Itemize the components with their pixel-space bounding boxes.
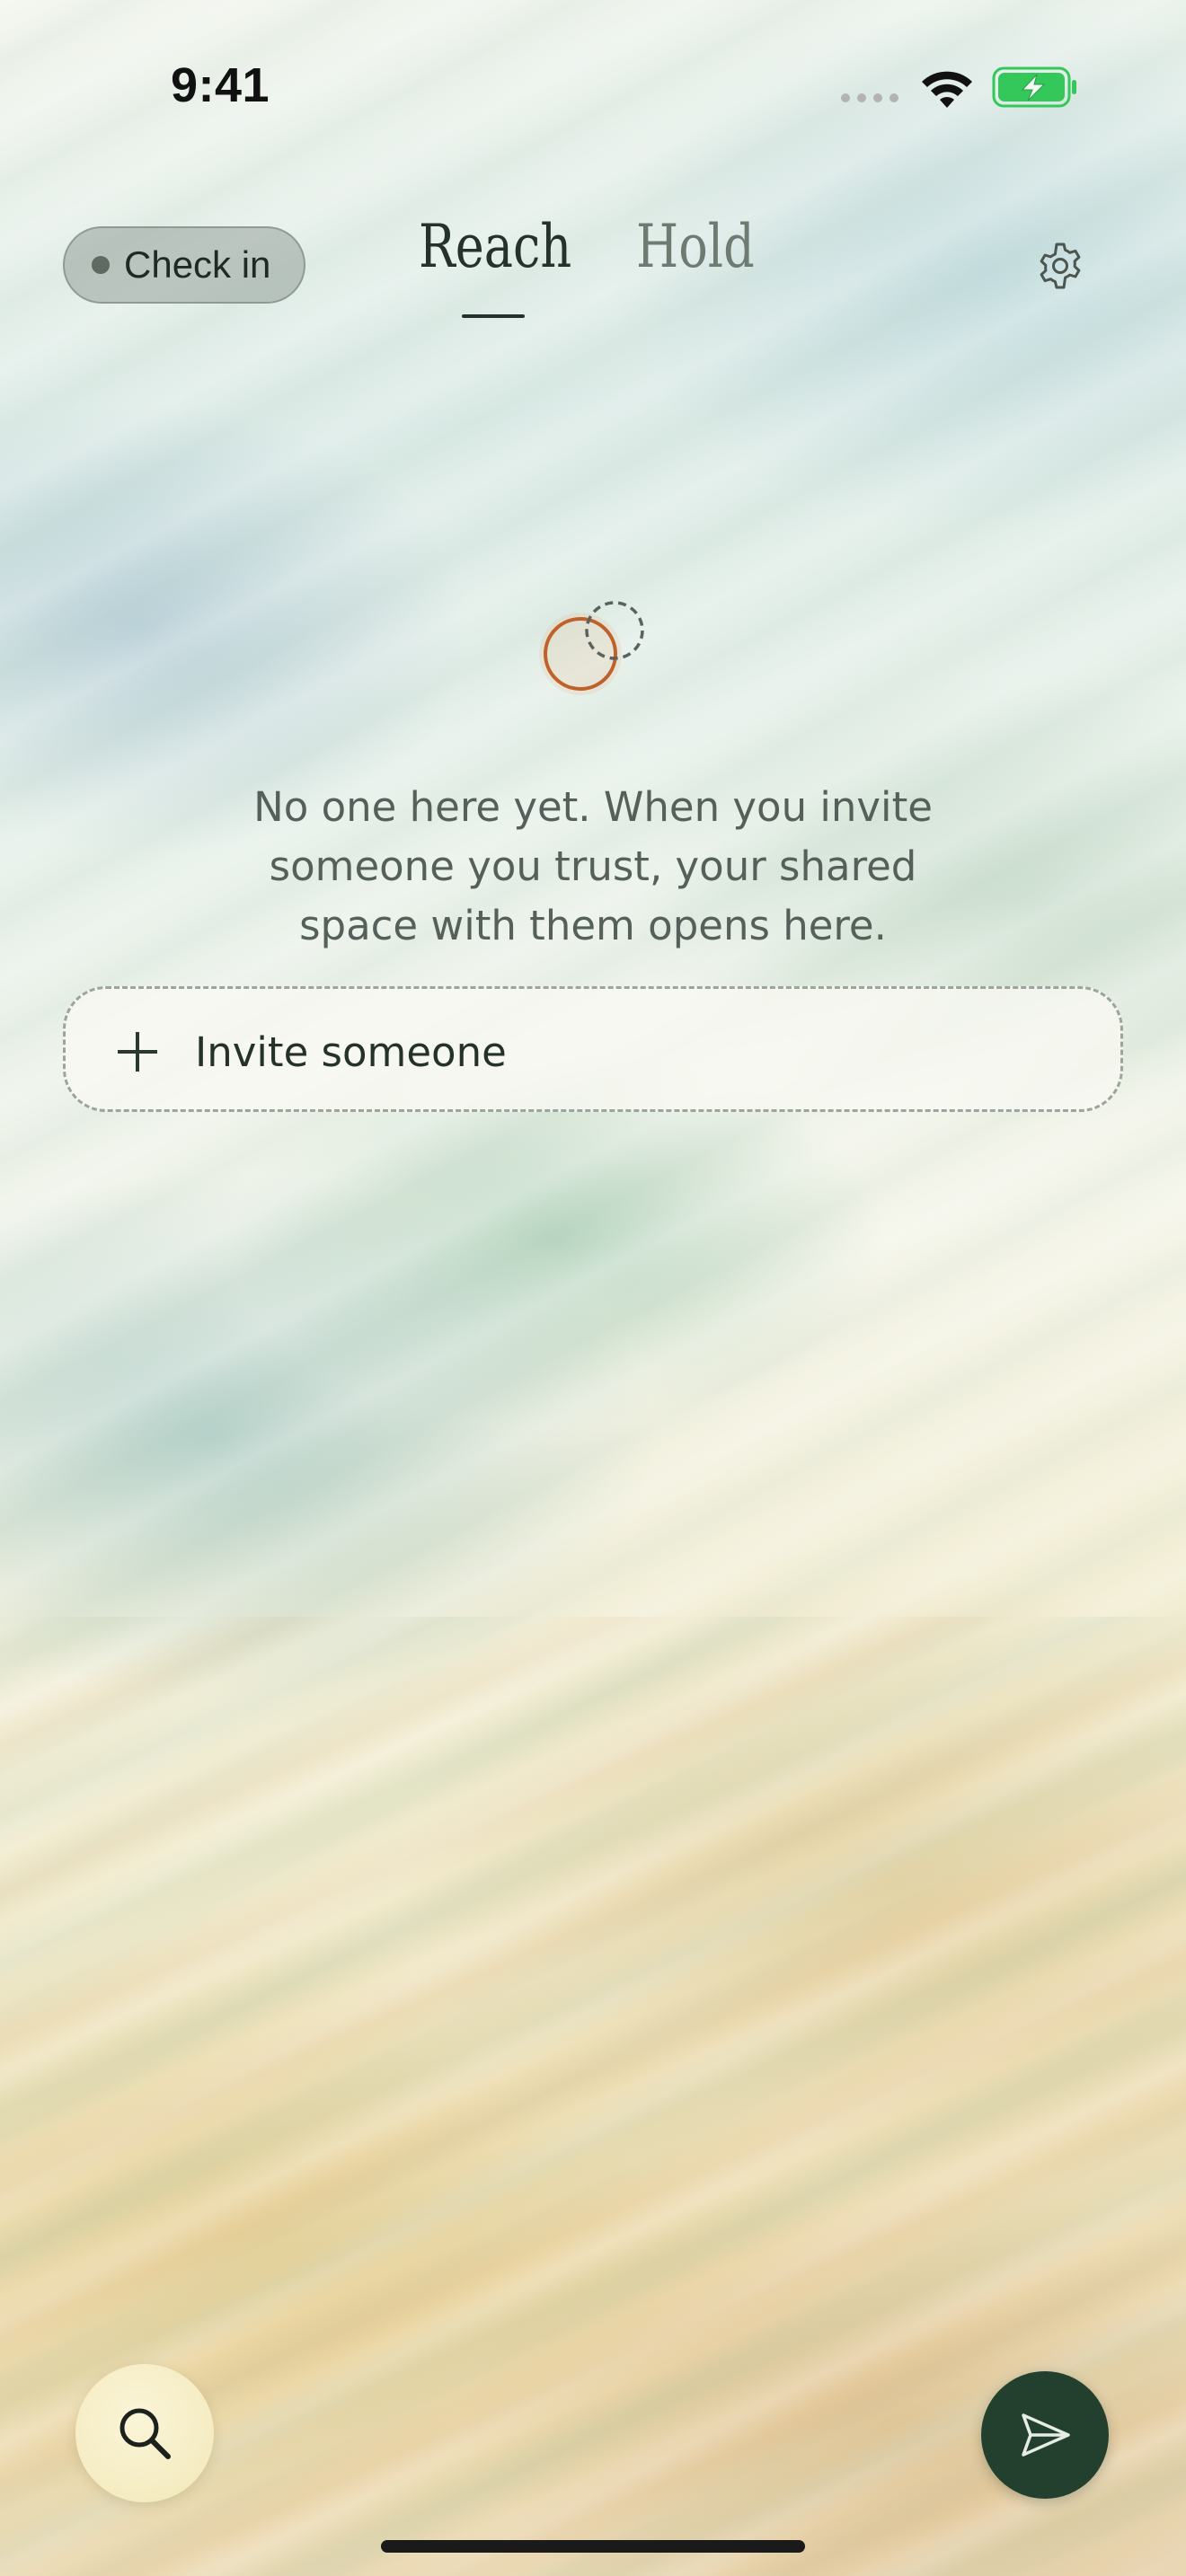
send-button[interactable] [981, 2371, 1109, 2499]
invite-label: Invite someone [195, 1028, 507, 1076]
signal-dots-icon [841, 93, 898, 102]
battery-charging-icon [992, 66, 1076, 108]
wifi-icon [922, 71, 972, 108]
status-time: 9:41 [171, 58, 270, 112]
plus-icon [118, 1032, 157, 1072]
search-button[interactable] [75, 2364, 214, 2502]
check-in-button[interactable]: Check in [63, 226, 305, 304]
gear-icon[interactable] [1035, 241, 1085, 291]
tab-reach[interactable]: Reach [419, 217, 571, 277]
tab-hold[interactable]: Hold [636, 217, 755, 277]
invite-someone-button[interactable]: Invite someone [63, 986, 1123, 1112]
search-icon [119, 2408, 171, 2459]
overlapping-circles-icon [539, 601, 644, 695]
empty-state-message: No one here yet. When you invite someone… [253, 783, 933, 949]
check-in-label: Check in [124, 243, 271, 286]
active-tab-indicator [462, 314, 525, 318]
status-dot-icon [92, 256, 110, 274]
send-icon [1022, 2413, 1070, 2457]
home-indicator [381, 2540, 805, 2553]
